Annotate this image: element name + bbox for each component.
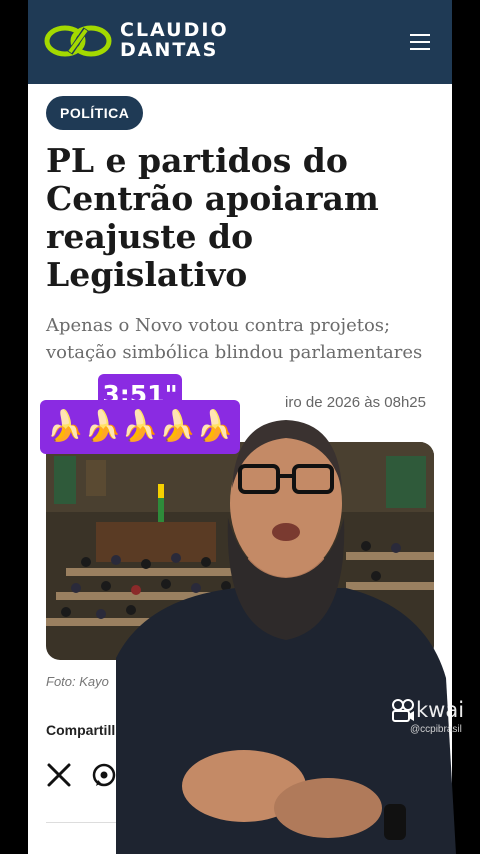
share-label: Compartill [46, 722, 116, 738]
presenter-video-overlay [116, 420, 456, 854]
category-badge[interactable]: POLÍTICA [46, 96, 144, 130]
site-header: CLAUDIO DANTAS [28, 0, 452, 84]
kwai-watermark: kwai [416, 698, 465, 722]
kwai-handle: @ccpibrasil [410, 724, 462, 735]
whatsapp-icon[interactable] [90, 762, 118, 790]
article-subtitle: Apenas o Novo votou contra projetos; vot… [46, 315, 423, 363]
logo-line2: DANTAS [120, 39, 219, 61]
photo-caption: Foto: Kayo [46, 674, 109, 689]
banana-emoji-bar: 🍌🍌🍌🍌🍌 [40, 400, 240, 454]
site-logo-text[interactable]: CLAUDIO DANTAS [120, 20, 229, 60]
kwai-logo-icon [392, 699, 414, 722]
article-title: PL e partidos do Centrão apoiaram reajus… [46, 141, 379, 294]
site-logo-icon[interactable] [44, 24, 112, 58]
x-icon[interactable] [46, 762, 72, 788]
hamburger-icon[interactable] [410, 34, 430, 50]
logo-line1: CLAUDIO [120, 19, 229, 41]
